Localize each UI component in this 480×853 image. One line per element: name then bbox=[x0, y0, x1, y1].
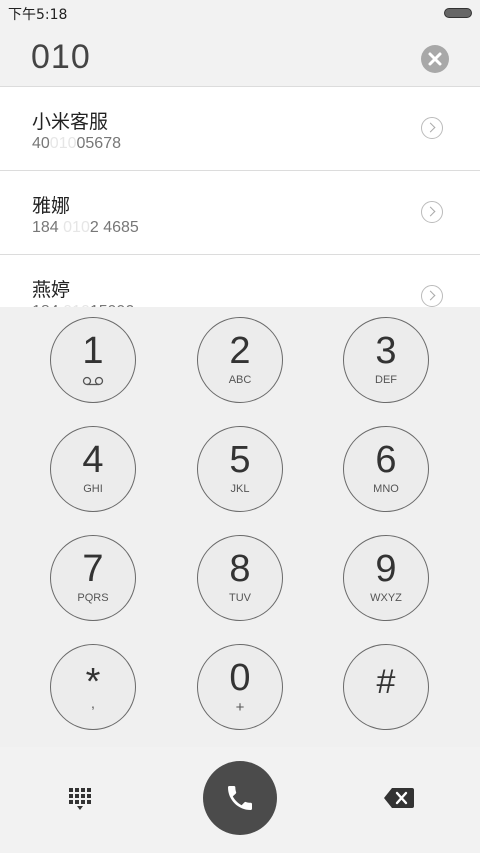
key-digit: 9 bbox=[375, 548, 397, 590]
phone-icon bbox=[224, 782, 256, 814]
key-letters: JKL bbox=[230, 483, 250, 495]
contact-name: 雅娜 bbox=[32, 195, 71, 217]
key-digit: 3 bbox=[375, 330, 397, 372]
key-digit: 0 bbox=[229, 657, 251, 699]
keypad-icon[interactable] bbox=[68, 787, 92, 811]
status-time: 下午5:18 bbox=[8, 7, 68, 23]
key-digit: 4 bbox=[82, 439, 104, 481]
contact-number: 4001005678 bbox=[32, 135, 121, 152]
key-9[interactable]: 9 WXYZ bbox=[343, 535, 429, 621]
key-digit: # bbox=[376, 663, 396, 701]
key-digit: 7 bbox=[82, 548, 104, 590]
dial-bar: 010 bbox=[0, 28, 480, 87]
key-digit: 6 bbox=[375, 439, 397, 481]
dial-keypad: 1 2 ABC 3 DEF 4 GHI 5 JKL 6 MNO 7 PQRS 8… bbox=[0, 307, 480, 747]
key-letters: ABC bbox=[228, 374, 252, 386]
key-letters: + bbox=[235, 699, 245, 716]
key-star[interactable]: * , bbox=[50, 644, 136, 730]
key-letters: TUV bbox=[229, 592, 251, 604]
dialer-action-bar bbox=[0, 747, 480, 853]
key-letters: MNO bbox=[373, 483, 399, 495]
key-8[interactable]: 8 TUV bbox=[197, 535, 283, 621]
chevron-right-icon[interactable] bbox=[421, 285, 443, 307]
contact-item[interactable]: 燕婷 184 01015990 bbox=[0, 255, 480, 307]
key-3[interactable]: 3 DEF bbox=[343, 317, 429, 403]
battery-icon bbox=[444, 8, 472, 18]
contact-item[interactable]: 小米客服 4001005678 bbox=[0, 87, 480, 171]
key-0[interactable]: 0 + bbox=[197, 644, 283, 730]
chevron-right-icon[interactable] bbox=[421, 201, 443, 223]
key-digit: 1 bbox=[82, 330, 104, 372]
key-digit: 5 bbox=[229, 439, 251, 481]
call-button[interactable] bbox=[203, 761, 277, 835]
chevron-right-icon[interactable] bbox=[421, 117, 443, 139]
contact-name: 燕婷 bbox=[32, 279, 71, 301]
voicemail-icon bbox=[51, 376, 135, 389]
key-4[interactable]: 4 GHI bbox=[50, 426, 136, 512]
contact-name: 小米客服 bbox=[32, 111, 109, 133]
key-hash[interactable]: # bbox=[343, 644, 429, 730]
key-letters: WXYZ bbox=[370, 592, 402, 604]
key-6[interactable]: 6 MNO bbox=[343, 426, 429, 512]
dialed-number[interactable]: 010 bbox=[31, 38, 91, 77]
backspace-icon[interactable] bbox=[384, 788, 414, 808]
key-letters: PQRS bbox=[77, 592, 109, 604]
contact-suggestion-list: 小米客服 4001005678 雅娜 184 0102 4685 燕婷 184 … bbox=[0, 87, 480, 307]
contact-item[interactable]: 雅娜 184 0102 4685 bbox=[0, 171, 480, 255]
key-digit: 8 bbox=[229, 548, 251, 590]
key-digit: 2 bbox=[229, 330, 251, 372]
key-letters: GHI bbox=[83, 483, 103, 495]
key-5[interactable]: 5 JKL bbox=[197, 426, 283, 512]
contact-number: 184 0102 4685 bbox=[32, 219, 139, 236]
clear-icon[interactable] bbox=[421, 45, 449, 73]
key-letters: , bbox=[91, 695, 95, 711]
key-letters: DEF bbox=[375, 374, 397, 386]
key-1[interactable]: 1 bbox=[50, 317, 136, 403]
status-bar: 下午5:18 bbox=[0, 0, 480, 28]
key-2[interactable]: 2 ABC bbox=[197, 317, 283, 403]
key-7[interactable]: 7 PQRS bbox=[50, 535, 136, 621]
